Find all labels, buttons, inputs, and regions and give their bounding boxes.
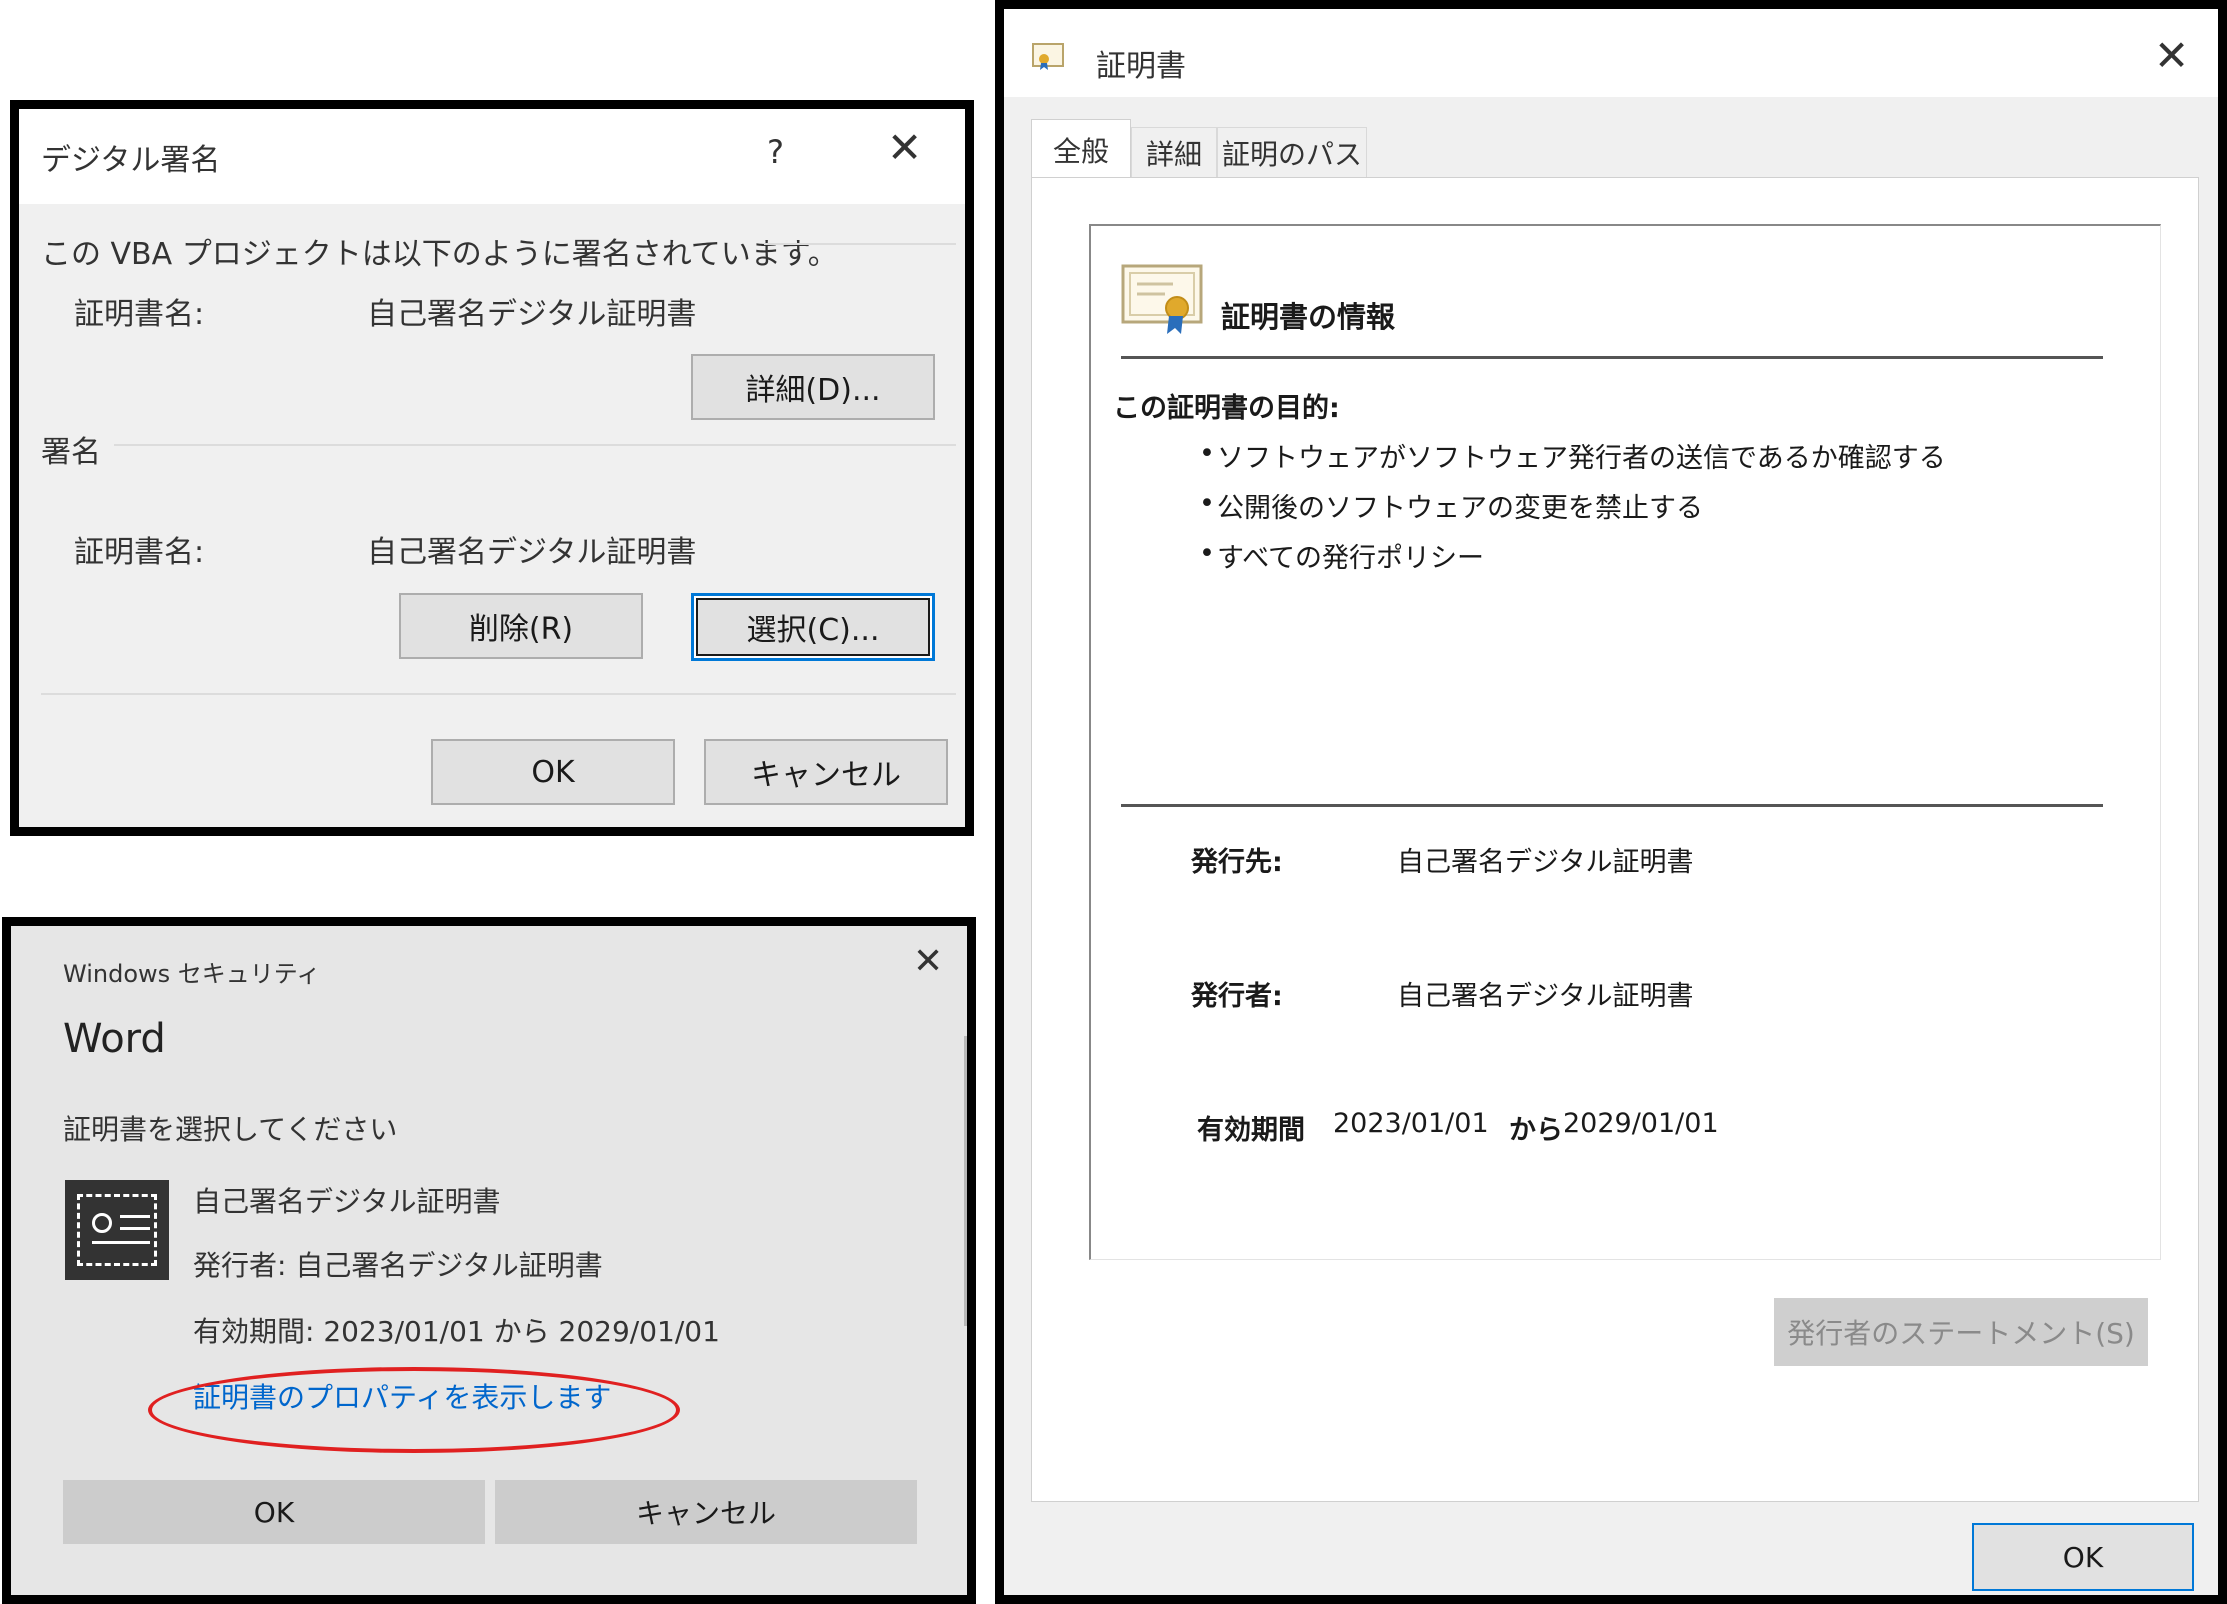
app-name: Word xyxy=(63,1016,166,1062)
close-icon[interactable]: ✕ xyxy=(887,127,922,169)
sign-cert-label: 証明書名: xyxy=(74,535,205,570)
intro-divider xyxy=(764,243,956,245)
details-rule xyxy=(1121,804,2103,807)
valid-to: 2029/01/01 xyxy=(1563,1108,1719,1139)
issued-to-label: 発行先: xyxy=(1191,847,1283,878)
validity-label: 有効期間 xyxy=(1197,1115,1305,1146)
prompt-text: 証明書を選択してください xyxy=(63,1113,398,1146)
purpose-item: すべての発行ポリシー xyxy=(1217,543,1485,574)
sign-divider xyxy=(114,444,956,446)
purpose-bullet: • xyxy=(1199,538,1215,569)
dialog-caption: Windows セキュリティ xyxy=(63,960,321,988)
ok-button[interactable]: OK xyxy=(63,1480,485,1544)
footer-divider xyxy=(41,693,956,695)
heading-rule xyxy=(1121,356,2103,359)
sign-cert-value: 自己署名デジタル証明書 xyxy=(367,535,697,570)
highlight-oval xyxy=(148,1367,680,1453)
dialog-title: デジタル署名 xyxy=(41,143,221,178)
close-icon[interactable]: ✕ xyxy=(913,944,943,980)
cancel-button[interactable]: キャンセル xyxy=(495,1480,917,1544)
purpose-bullet: • xyxy=(1199,488,1215,519)
tab-general[interactable]: 全般 xyxy=(1031,119,1131,179)
cert-name[interactable]: 自己署名デジタル証明書 xyxy=(193,1180,500,1220)
tab-details[interactable]: 詳細 xyxy=(1131,127,1217,177)
general-panel: 証明書の情報 この証明書の目的: • ソフトウェアがソフトウェア発行者の送信であ… xyxy=(1031,177,2199,1502)
purpose-item: 公開後のソフトウェアの変更を禁止する xyxy=(1217,493,1703,524)
title-bar xyxy=(1004,9,2218,97)
ok-button[interactable]: OK xyxy=(1972,1523,2194,1591)
sign-section-label: 署名 xyxy=(41,435,101,470)
tab-cert-path[interactable]: 証明のパス xyxy=(1217,127,1367,177)
certificate-dialog: 証明書 ✕ 全般 詳細 証明のパス 証明書の情報 この証明書の目的: • ソフト… xyxy=(995,0,2227,1604)
valid-separator: から xyxy=(1509,1115,1563,1146)
cert-name-value: 自己署名デジタル証明書 xyxy=(367,297,697,332)
dialog-title: 証明書 xyxy=(1096,49,1186,84)
valid-from: 2023/01/01 xyxy=(1333,1108,1489,1139)
issued-to-value: 自己署名デジタル証明書 xyxy=(1397,847,1694,878)
issuer-statement-button[interactable]: 発行者のステートメント(S) xyxy=(1774,1298,2148,1366)
cert-name-label: 証明書名: xyxy=(74,297,205,332)
close-icon[interactable]: ✕ xyxy=(2154,35,2189,77)
digital-signature-dialog: デジタル署名 ? ✕ この VBA プロジェクトは以下のように署名されています。… xyxy=(10,100,974,836)
cert-validity: 有効期間: 2023/01/01 から 2029/01/01 xyxy=(193,1315,720,1348)
purpose-item: ソフトウェアがソフトウェア発行者の送信であるか確認する xyxy=(1217,443,1946,474)
certificate-title-icon xyxy=(1032,43,1064,71)
windows-security-dialog: Windows セキュリティ ✕ Word 証明書を選択してください 自己署名デ… xyxy=(2,917,976,1604)
intro-text: この VBA プロジェクトは以下のように署名されています。 xyxy=(41,237,838,272)
purpose-bullet: • xyxy=(1199,438,1215,469)
issued-by-label: 発行者: xyxy=(1191,981,1283,1012)
select-button[interactable]: 選択(C)... xyxy=(691,593,935,661)
certificate-icon xyxy=(1121,264,1205,336)
certificate-icon xyxy=(65,1180,169,1280)
scrollbar[interactable] xyxy=(964,1036,967,1326)
cancel-button[interactable]: キャンセル xyxy=(704,739,948,805)
info-heading: 証明書の情報 xyxy=(1221,300,1396,334)
certificate-info-box: 証明書の情報 この証明書の目的: • ソフトウェアがソフトウェア発行者の送信であ… xyxy=(1089,224,2161,1260)
details-button[interactable]: 詳細(D)... xyxy=(691,354,935,420)
help-button[interactable]: ? xyxy=(767,133,784,171)
issued-by-value: 自己署名デジタル証明書 xyxy=(1397,981,1694,1012)
delete-button[interactable]: 削除(R) xyxy=(399,593,643,659)
purpose-heading: この証明書の目的: xyxy=(1113,393,1340,424)
ok-button[interactable]: OK xyxy=(431,739,675,805)
cert-issuer: 発行者: 自己署名デジタル証明書 xyxy=(193,1249,603,1282)
